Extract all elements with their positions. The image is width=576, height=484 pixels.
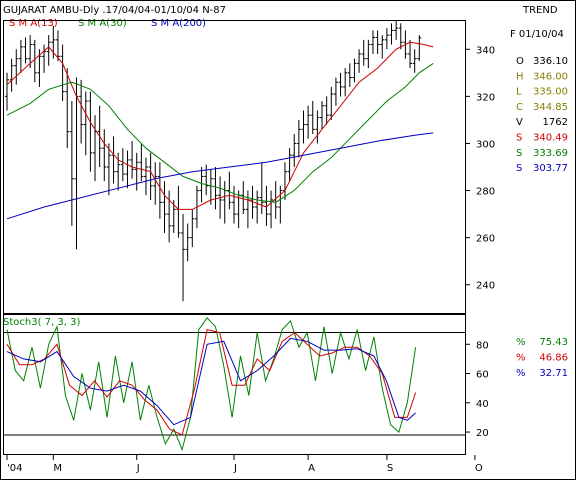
price-tick-label: 260 [476, 234, 495, 245]
time-tick-label: A [308, 463, 315, 474]
info-label: O [516, 56, 524, 67]
stoch-tick-label: 20 [476, 428, 489, 439]
info-value: 346.00 [533, 71, 568, 82]
price-tick-label: 320 [476, 92, 495, 103]
time-tick-label: J [233, 463, 237, 474]
time-tick-label: M [53, 463, 62, 474]
trend-label: TREND [522, 5, 558, 16]
stoch-tick-label: 80 [476, 340, 489, 351]
info-value: 336.10 [533, 56, 568, 67]
price-tick-label: 340 [476, 45, 495, 56]
chart-title: GUJARAT AMBU-Dly .17/04/04-01/10/04 N-87 [3, 5, 226, 16]
sma30-legend: S M A(30) [78, 18, 127, 29]
stoch-value-label: % [516, 368, 526, 379]
info-label: S [516, 163, 522, 174]
info-value: 303.77 [533, 163, 568, 174]
info-label: S [516, 148, 522, 159]
stoch-value: 75.43 [539, 337, 568, 348]
info-value: 333.69 [533, 148, 568, 159]
sma200-legend: S M A(200) [151, 18, 206, 29]
price-tick-label: 240 [476, 281, 495, 292]
info-value: 340.49 [533, 133, 568, 144]
info-label: C [516, 102, 523, 113]
info-value: 344.85 [533, 102, 568, 113]
info-value: 335.00 [533, 87, 568, 98]
time-tick-label: '04 [7, 463, 22, 474]
stoch-value-label: % [516, 353, 526, 364]
stoch-value: 46.86 [539, 353, 568, 364]
time-tick-label: J [136, 463, 140, 474]
chart-canvas: GUJARAT AMBU-Dly .17/04/04-01/10/04 N-87… [0, 0, 576, 480]
time-tick-label: S [387, 463, 393, 474]
stoch-tick-label: 60 [476, 370, 489, 381]
info-label: S [516, 133, 522, 144]
stoch-value-label: % [516, 337, 526, 348]
time-tick-label: O [475, 463, 483, 474]
price-tick-label: 300 [476, 139, 495, 150]
info-label: H [516, 71, 524, 82]
price-tick-label: 280 [476, 187, 495, 198]
chart-window: GUJARAT AMBU-Dly .17/04/04-01/10/04 N-87… [0, 0, 576, 480]
info-value: 1762 [543, 117, 568, 128]
info-date: F 01/10/04 [510, 29, 564, 40]
stoch-title: Stoch3( 7, 3, 3) [3, 317, 80, 328]
info-label: L [516, 87, 522, 98]
info-label: V [516, 117, 523, 128]
sma13-legend: S M A(13) [9, 18, 58, 29]
stoch-values: % 75.43% 46.86% 32.71 [516, 337, 568, 379]
stoch-value: 32.71 [539, 368, 568, 379]
stoch-tick-label: 40 [476, 399, 489, 410]
